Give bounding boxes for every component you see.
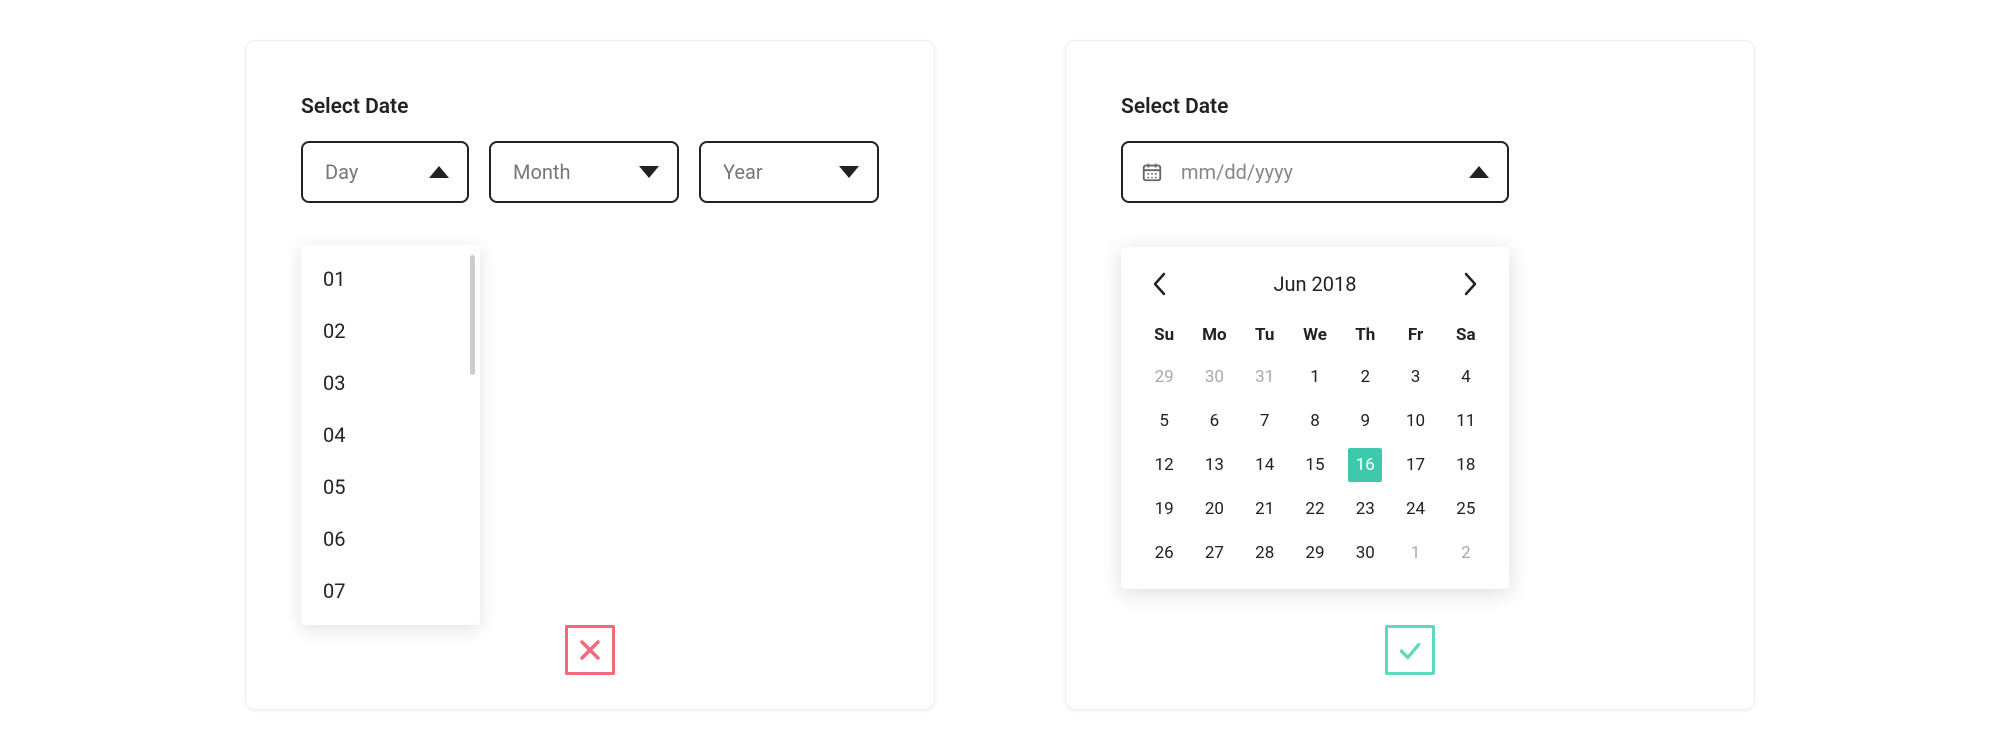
weekday-row: SuMoTuWeThFrSa [1139, 315, 1491, 355]
calendar-day[interactable]: 27 [1189, 531, 1239, 575]
date-select-panel-dropdowns: Select Date Day Month Year 01 02 03 04 0… [245, 40, 935, 710]
caret-up-icon [429, 166, 449, 178]
day-option[interactable]: 04 [301, 409, 480, 461]
calendar-day[interactable]: 14 [1240, 443, 1290, 487]
calendar-week: 12131415161718 [1139, 443, 1491, 487]
calendar-week: 567891011 [1139, 399, 1491, 443]
caret-up-icon [1469, 166, 1489, 178]
chevron-right-icon [1461, 271, 1479, 297]
scrollbar[interactable] [470, 255, 475, 375]
calendar-day[interactable]: 25 [1441, 487, 1491, 531]
calendar-day[interactable]: 22 [1290, 487, 1340, 531]
calendar-day[interactable]: 28 [1240, 531, 1290, 575]
calendar-day[interactable]: 8 [1290, 399, 1340, 443]
calendar-day[interactable]: 23 [1340, 487, 1390, 531]
day-option[interactable]: 02 [301, 305, 480, 357]
day-option[interactable]: 05 [301, 461, 480, 513]
calendar-day[interactable]: 24 [1390, 487, 1440, 531]
day-option[interactable]: 03 [301, 357, 480, 409]
day-option[interactable]: 06 [301, 513, 480, 565]
year-dropdown[interactable]: Year [699, 141, 879, 203]
calendar-day[interactable]: 3 [1390, 355, 1440, 399]
weekday-header: Mo [1189, 315, 1239, 355]
calendar-day[interactable]: 30 [1189, 355, 1239, 399]
status-box-invalid [565, 625, 615, 675]
day-option[interactable]: 07 [301, 565, 480, 617]
status-box-valid [1385, 625, 1435, 675]
caret-down-icon [639, 166, 659, 178]
check-icon [1397, 637, 1423, 663]
date-select-panel-calendar: Select Date mm/dd/yyyy Jun 2018 [1065, 40, 1755, 710]
date-input-placeholder: mm/dd/yyyy [1181, 160, 1451, 184]
calendar-day[interactable]: 15 [1290, 443, 1340, 487]
date-input[interactable]: mm/dd/yyyy [1121, 141, 1509, 203]
dropdown-row: Day Month Year [301, 141, 879, 203]
weekday-header: Th [1340, 315, 1390, 355]
calendar-day[interactable]: 5 [1139, 399, 1189, 443]
calendar-day[interactable]: 31 [1240, 355, 1290, 399]
calendar-day[interactable]: 6 [1189, 399, 1239, 443]
calendar-day[interactable]: 2 [1340, 355, 1390, 399]
month-dropdown-label: Month [513, 160, 570, 184]
weekday-header: Tu [1240, 315, 1290, 355]
calendar-day[interactable]: 16 [1340, 443, 1390, 487]
calendar-week: 19202122232425 [1139, 487, 1491, 531]
day-dropdown-label: Day [325, 160, 358, 184]
day-dropdown[interactable]: Day [301, 141, 469, 203]
calendar-popup: Jun 2018 SuMoTuWeThFrSa 2930311234567891… [1121, 247, 1509, 589]
calendar-day[interactable]: 1 [1290, 355, 1340, 399]
weekday-header: Sa [1441, 315, 1491, 355]
calendar-day[interactable]: 1 [1390, 531, 1440, 575]
calendar-day[interactable]: 7 [1240, 399, 1290, 443]
x-icon [578, 638, 602, 662]
calendar-day[interactable]: 18 [1441, 443, 1491, 487]
calendar-day[interactable]: 13 [1189, 443, 1239, 487]
calendar-day[interactable]: 20 [1189, 487, 1239, 531]
chevron-left-icon [1151, 271, 1169, 297]
calendar-day[interactable]: 9 [1340, 399, 1390, 443]
calendar-day[interactable]: 11 [1441, 399, 1491, 443]
calendar-day[interactable]: 30 [1340, 531, 1390, 575]
calendar-day[interactable]: 12 [1139, 443, 1189, 487]
next-month-button[interactable] [1457, 267, 1483, 301]
panel-title: Select Date [301, 95, 879, 119]
calendar-icon [1141, 161, 1163, 183]
calendar-day[interactable]: 21 [1240, 487, 1290, 531]
calendar-day[interactable]: 19 [1139, 487, 1189, 531]
calendar-week: 2930311234 [1139, 355, 1491, 399]
calendar-day[interactable]: 4 [1441, 355, 1491, 399]
weekday-header: Fr [1390, 315, 1440, 355]
calendar-day[interactable]: 2 [1441, 531, 1491, 575]
calendar-day[interactable]: 17 [1390, 443, 1440, 487]
calendar-body: 2930311234567891011121314151617181920212… [1139, 355, 1491, 575]
year-dropdown-label: Year [723, 160, 763, 184]
weekday-header: Su [1139, 315, 1189, 355]
calendar-day[interactable]: 26 [1139, 531, 1189, 575]
caret-down-icon [839, 166, 859, 178]
weekday-header: We [1290, 315, 1340, 355]
day-option[interactable]: 01 [301, 253, 480, 305]
calendar-header: Jun 2018 [1139, 267, 1491, 315]
calendar-day[interactable]: 29 [1139, 355, 1189, 399]
calendar-month-label: Jun 2018 [1273, 272, 1356, 296]
calendar-day[interactable]: 29 [1290, 531, 1340, 575]
calendar-grid: SuMoTuWeThFrSa 2930311234567891011121314… [1139, 315, 1491, 575]
month-dropdown[interactable]: Month [489, 141, 679, 203]
calendar-day[interactable]: 10 [1390, 399, 1440, 443]
calendar-week: 262728293012 [1139, 531, 1491, 575]
panel-title: Select Date [1121, 95, 1699, 119]
prev-month-button[interactable] [1147, 267, 1173, 301]
day-dropdown-list[interactable]: 01 02 03 04 05 06 07 [301, 245, 480, 625]
